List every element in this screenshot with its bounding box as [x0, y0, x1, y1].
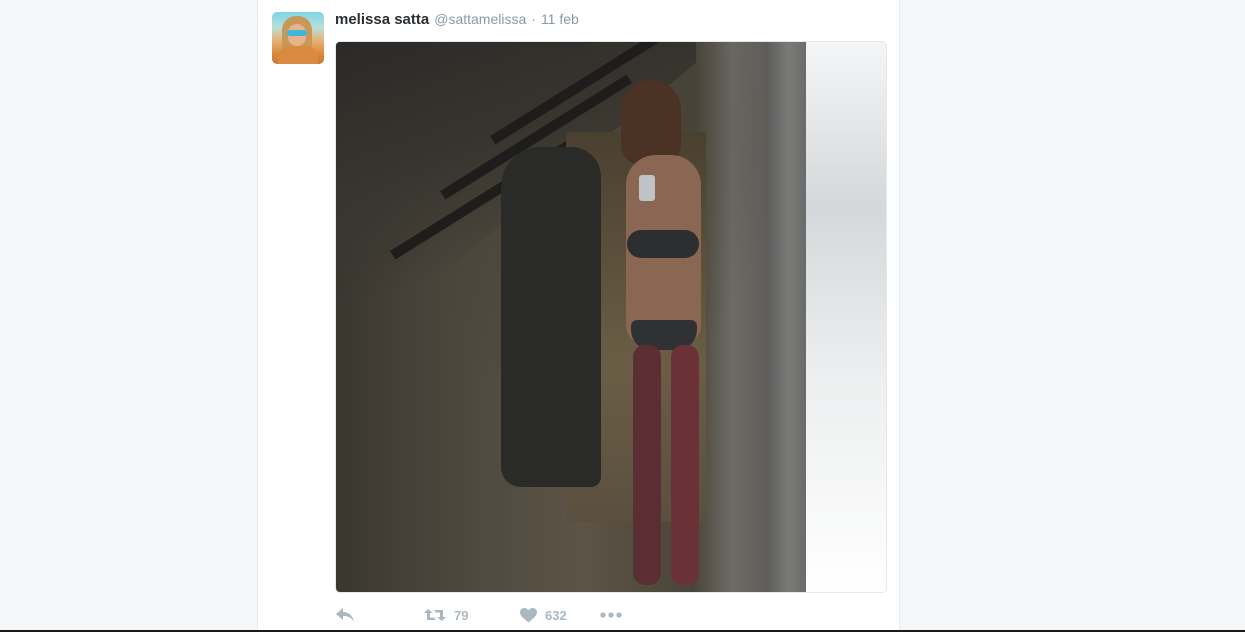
reply-button[interactable] [335, 607, 424, 623]
tweet-card[interactable]: melissa satta @sattamelissa · 11 feb 79 … [257, 0, 900, 632]
more-button[interactable] [600, 612, 630, 618]
retweet-count: 79 [454, 607, 469, 623]
photo-person-hair [621, 80, 681, 165]
heart-icon [520, 607, 537, 623]
header-separator: · [531, 11, 536, 27]
photo-pillar [766, 42, 811, 592]
photo-hanging-coat [501, 147, 601, 487]
user-fullname[interactable]: melissa satta [335, 11, 429, 28]
avatar-body [278, 46, 318, 64]
tweet-header: melissa satta @sattamelissa · 11 feb [335, 11, 579, 29]
more-icon [600, 612, 622, 618]
photo-window [806, 42, 886, 592]
avatar-sunglasses [287, 30, 307, 36]
photo-person [611, 80, 721, 585]
retweet-button[interactable]: 79 [424, 607, 520, 623]
avatar[interactable] [272, 12, 324, 64]
reply-icon [335, 607, 355, 623]
photo-person-boot-left [633, 345, 661, 585]
photo-person-top [627, 230, 699, 258]
photo-phone [639, 175, 655, 201]
tweet-photo[interactable] [335, 41, 887, 593]
tweet-actions: 79 632 [335, 604, 630, 626]
photo-person-boot-right [671, 345, 699, 585]
user-handle[interactable]: @sattamelissa [434, 11, 526, 27]
retweet-icon [424, 607, 446, 623]
tweet-timestamp[interactable]: 11 feb [541, 11, 579, 27]
like-count: 632 [545, 607, 567, 623]
like-button[interactable]: 632 [520, 607, 600, 623]
